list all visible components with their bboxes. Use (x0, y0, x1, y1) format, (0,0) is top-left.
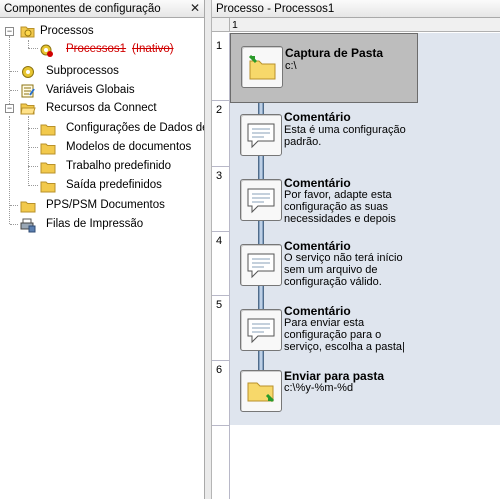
inactive-badge: (Inativo) (132, 43, 174, 55)
row-divider (212, 360, 230, 361)
folder-icon (20, 201, 36, 213)
step-comentario-2[interactable]: Comentário Por favor, adapte esta config… (230, 171, 418, 231)
folder-send-icon (247, 382, 275, 403)
step-title: Comentário (284, 239, 351, 253)
tree-label-inactive: Processos1 (66, 43, 127, 55)
right-panel-header: Processo - Processos1 (212, 0, 500, 18)
row-number: 4 (216, 235, 223, 247)
step-icon-frame (240, 309, 282, 351)
tree-item-trabalho-predefinido[interactable]: Trabalho predefinido (0, 157, 204, 176)
tree-item-processos1[interactable]: Processos1 (Inativo) (0, 40, 204, 59)
comment-icon (247, 123, 275, 149)
tree-label: PPS/PSM Documentos (46, 199, 165, 211)
step-description: c:\%y-%m-%d (284, 382, 354, 394)
comment-icon (247, 318, 275, 344)
row-number: 5 (216, 299, 223, 311)
tree-label: Recursos da Connect (46, 102, 157, 114)
comment-icon (247, 188, 275, 214)
row-divider (212, 425, 230, 426)
tree-label: Modelos de documentos (66, 141, 192, 153)
row-number: 3 (216, 170, 223, 182)
gear-icon (22, 66, 34, 78)
step-comentario-1[interactable]: Comentário Esta é uma configuração padrã… (230, 106, 418, 166)
step-captura-de-pasta[interactable]: Captura de Pasta c:\ (230, 33, 418, 103)
collapse-icon[interactable]: − (5, 104, 14, 113)
step-title: Comentário (284, 176, 351, 190)
row-number: 2 (216, 104, 223, 116)
tree-label: Saída predefinidos (66, 179, 162, 191)
folder-capture-icon (248, 54, 276, 80)
folder-open-icon (20, 26, 35, 38)
column-separator (229, 18, 230, 32)
row-number: 6 (216, 364, 223, 376)
tree-item-processos[interactable]: − Processos (0, 22, 204, 41)
step-icon-frame (240, 179, 282, 221)
tree-label: Trabalho predefinido (66, 160, 172, 172)
folder-icon (40, 181, 56, 193)
step-title: Captura de Pasta (285, 46, 384, 60)
step-icon-frame (240, 370, 282, 412)
row-gutter: 1 2 3 4 5 6 (212, 33, 230, 499)
tree-label: Processos (40, 25, 94, 37)
step-title: Enviar para pasta (284, 369, 385, 383)
tree-label: Configurações de Dados de (66, 122, 205, 134)
step-description: c:\ (285, 60, 297, 72)
tree-item-modelos-documentos[interactable]: Modelos de documentos (0, 138, 204, 157)
row-divider (212, 100, 230, 101)
step-description: Esta é uma configuração padrão. (284, 124, 406, 148)
tree-item-configuracoes-dados[interactable]: Configurações de Dados de (0, 119, 205, 138)
folder-icon (40, 162, 56, 174)
step-comentario-4[interactable]: Comentário Para enviar esta configuração… (230, 301, 418, 361)
tree-label: Subprocessos (46, 65, 119, 77)
step-enviar-para-pasta[interactable]: Enviar para pasta c:\%y-%m-%d (230, 366, 418, 426)
step-icon-frame (240, 244, 282, 286)
printer-queue-icon (20, 218, 36, 233)
process-title: Processo - Processos1 (216, 3, 335, 15)
tree-label: Filas de Impressão (46, 218, 144, 230)
left-panel-title: Componentes de configuração (4, 3, 161, 15)
step-description: Para enviar esta configuração para o ser… (284, 317, 405, 353)
step-icon-frame (241, 46, 283, 88)
folder-icon (40, 124, 56, 136)
tree-item-subprocessos[interactable]: Subprocessos (0, 62, 204, 81)
tree-item-variaveis-globais[interactable]: Variáveis Globais (0, 81, 204, 100)
folder-open-icon (20, 103, 36, 115)
step-comentario-3[interactable]: Comentário O serviço não terá início sem… (230, 236, 418, 296)
tree-label: Variáveis Globais (46, 84, 135, 96)
gear-process-icon (40, 44, 53, 57)
tree-item-saida-predefinidos[interactable]: Saída predefinidos (0, 176, 204, 195)
row-divider (212, 166, 230, 167)
left-panel-header: Componentes de configuração ✕ (0, 0, 204, 18)
folder-icon (40, 143, 56, 155)
row-number: 1 (216, 40, 223, 52)
column-number: 1 (232, 19, 238, 31)
tree-item-pps-psm[interactable]: PPS/PSM Documentos (0, 196, 204, 215)
step-title: Comentário (284, 304, 351, 318)
step-title: Comentário (284, 110, 351, 124)
variables-icon (21, 84, 35, 98)
column-header: 1 (212, 18, 500, 32)
row-divider (212, 231, 230, 232)
configuration-components-panel: Componentes de configuração ✕ − Processo… (0, 0, 205, 499)
tree-item-recursos-connect[interactable]: − Recursos da Connect (0, 99, 204, 118)
row-divider (212, 295, 230, 296)
tree-item-filas-impressao[interactable]: Filas de Impressão (0, 215, 204, 234)
collapse-icon[interactable]: − (5, 27, 14, 36)
comment-icon (247, 253, 275, 279)
panel-splitter[interactable] (205, 0, 212, 499)
step-description: Por favor, adapte esta configuração as s… (284, 189, 396, 225)
step-icon-frame (240, 114, 282, 156)
close-panel-icon[interactable]: ✕ (190, 1, 200, 15)
step-description: O serviço não terá início sem um arquivo… (284, 252, 403, 288)
